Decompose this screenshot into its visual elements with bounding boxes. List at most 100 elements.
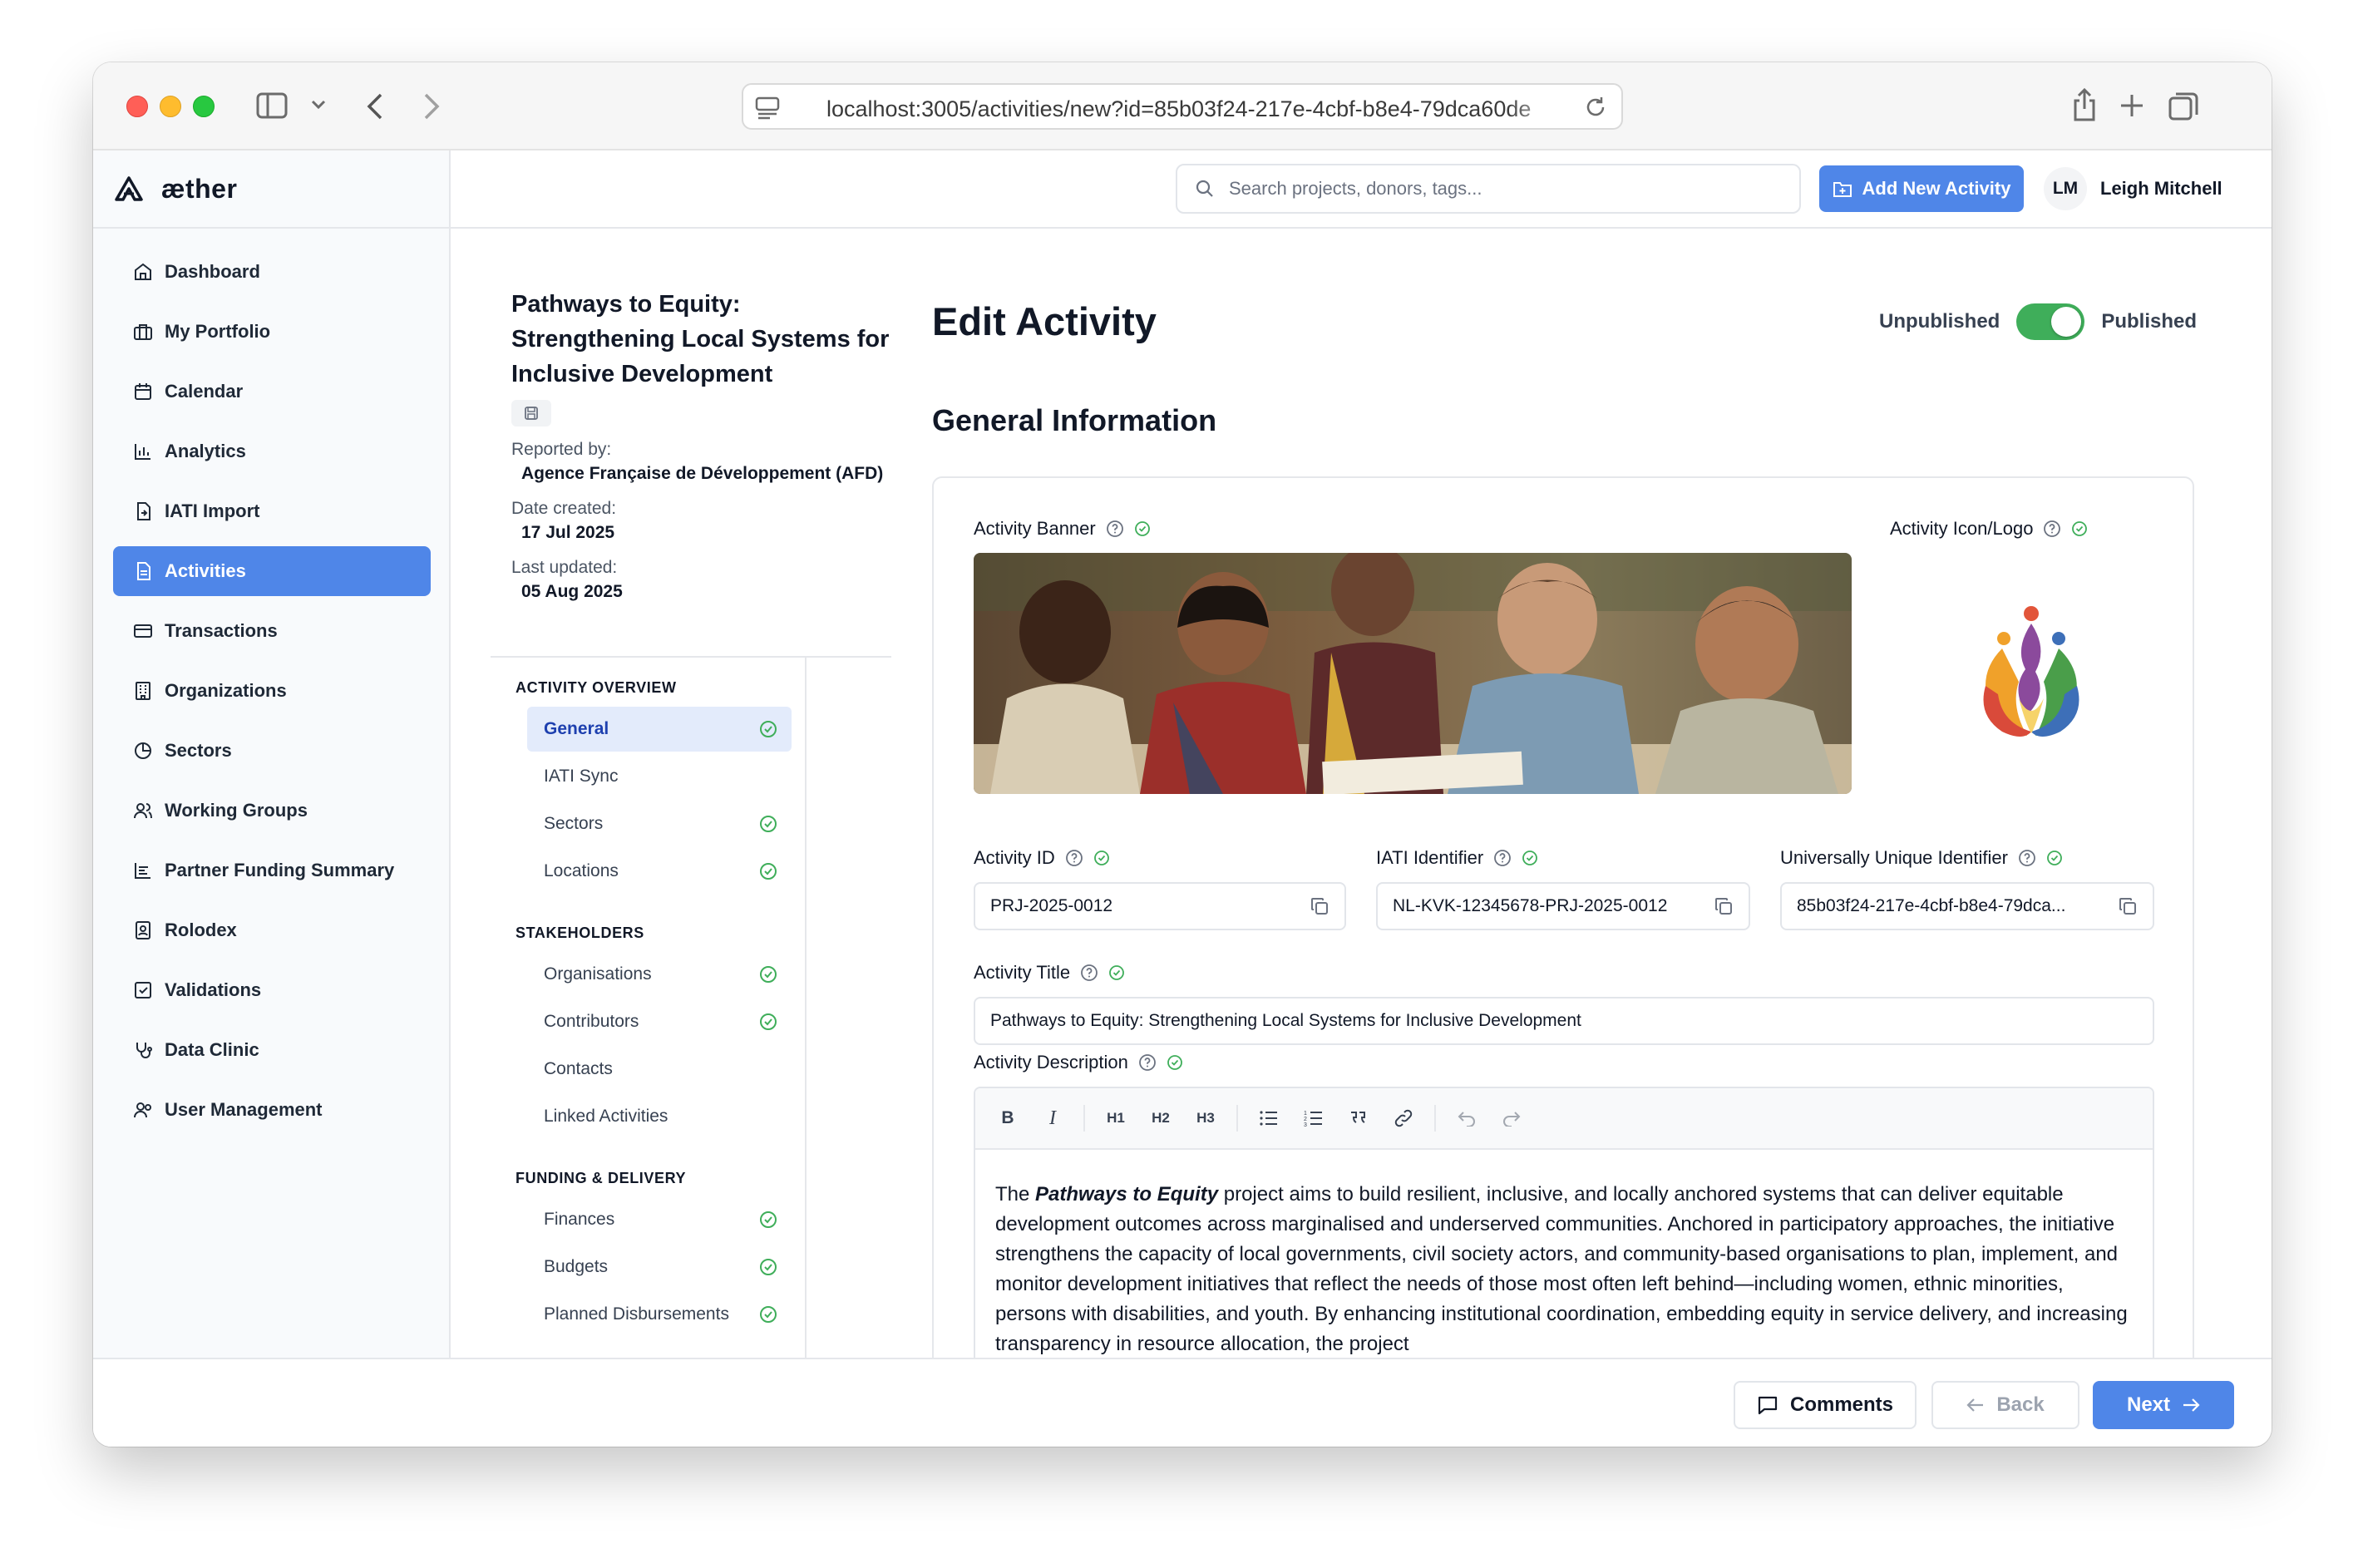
activity-title-label-row: Activity Title [974,962,1125,984]
sidebar-item-data-clinic[interactable]: Data Clinic [113,1025,431,1075]
minimize-window-button[interactable] [160,96,181,117]
description-text[interactable]: The Pathways to Equity project aims to b… [975,1150,2153,1359]
activity-title-input[interactable]: Pathways to Equity: Strengthening Local … [974,997,2154,1045]
activity-banner-image[interactable] [974,553,1852,794]
sidebar-item-iati-import[interactable]: IATI Import [113,486,431,536]
sidebar-item-rolodex[interactable]: Rolodex [113,905,431,955]
search-icon [1196,180,1213,197]
help-icon[interactable] [2043,520,2061,538]
copy-icon[interactable] [1310,896,1329,916]
search-input[interactable] [1229,178,1778,200]
bar-chart-icon [135,444,150,460]
heading-1-button[interactable]: H1 [1095,1097,1137,1139]
sidebar-item-calendar[interactable]: Calendar [113,367,431,417]
subnav-item-iati-sync[interactable]: IATI Sync [527,754,792,799]
subnav-item-label: Linked Activities [544,1107,668,1126]
activity-description-label: Activity Description [974,1052,1128,1072]
sidebar-item-dashboard[interactable]: Dashboard [113,247,431,297]
editor-toolbar: B I H1 H2 H3 123 [975,1088,2153,1150]
numbered-list-icon: 123 [1304,1111,1322,1127]
sidebar-item-label: Activities [165,560,246,581]
comments-button[interactable]: Comments [1734,1381,1917,1429]
brand[interactable]: æther [115,150,237,227]
sidebar-item-transactions[interactable]: Transactions [113,606,431,656]
aether-logo-icon [115,176,143,201]
subnav-item-contacts[interactable]: Contacts [527,1047,792,1092]
forward-arrow-icon[interactable] [422,92,441,121]
sidebar-item-organizations[interactable]: Organizations [113,666,431,716]
tab-overview-icon[interactable] [2168,91,2198,121]
subnav-item-planned-disbursements[interactable]: Planned Disbursements [527,1292,792,1337]
subnav-item-contributors[interactable]: Contributors [527,999,792,1044]
help-icon[interactable] [1493,849,1512,867]
subnav-item-label: Contacts [544,1059,613,1078]
heading-3-button[interactable]: H3 [1185,1097,1226,1139]
subnav-item-label: Organisations [544,964,652,984]
add-new-activity-button[interactable]: Add New Activity [1819,165,2024,212]
uuid-field[interactable]: 85b03f24-217e-4cbf-b8e4-79dca... [1780,882,2154,930]
chevron-down-icon[interactable] [311,99,326,111]
subnav-item-locations[interactable]: Locations [527,849,792,894]
sidebar-item-partner-funding-summary[interactable]: Partner Funding Summary [113,846,431,895]
sidebar-item-my-portfolio[interactable]: My Portfolio [113,307,431,357]
subnav-item-budgets[interactable]: Budgets [527,1245,792,1289]
sidebar-item-activities[interactable]: Activities [113,546,431,596]
redo-button[interactable] [1491,1097,1532,1139]
blockquote-button[interactable] [1338,1097,1379,1139]
sidebar-item-analytics[interactable]: Analytics [113,427,431,476]
iati-identifier-value: NL-KVK-12345678-PRJ-2025-0012 [1393,896,1668,915]
check-circle-icon [760,863,777,880]
close-window-button[interactable] [126,96,148,117]
reload-icon[interactable] [1583,95,1608,120]
sidebar-toggle-icon[interactable] [256,92,288,119]
subnav-item-linked-activities[interactable]: Linked Activities [527,1094,792,1139]
sidebar-item-working-groups[interactable]: Working Groups [113,786,431,836]
help-icon[interactable] [1065,849,1083,867]
share-icon[interactable] [2070,87,2099,122]
subnav-item-organisations[interactable]: Organisations [527,952,792,997]
activity-summary-title: Pathways to Equity: Strengthening Local … [511,291,890,387]
sidebar-item-validations[interactable]: Validations [113,965,431,1015]
activity-id-field[interactable]: PRJ-2025-0012 [974,882,1346,930]
search-box[interactable] [1176,164,1801,214]
svg-text:3: 3 [1304,1122,1307,1127]
users-icon [134,803,152,819]
address-bar[interactable]: localhost:3005/activities/new?id=85b03f2… [742,83,1623,130]
back-arrow-icon[interactable] [366,92,384,121]
help-icon[interactable] [1106,520,1124,538]
user-menu[interactable]: LM Leigh Mitchell [2044,165,2222,212]
link-button[interactable] [1383,1097,1424,1139]
page-settings-icon[interactable] [755,96,780,120]
reported-by-label: Reported by: [511,440,612,459]
bold-button[interactable]: B [987,1097,1029,1139]
back-button[interactable]: Back [1931,1381,2079,1429]
numbered-list-button[interactable]: 123 [1293,1097,1334,1139]
help-icon[interactable] [1080,964,1098,982]
subnav-item-general[interactable]: General [527,707,792,752]
new-tab-icon[interactable] [2119,92,2145,119]
activity-summary: Pathways to Equity: Strengthening Local … [511,287,910,604]
activity-logo-image[interactable] [1890,553,2164,794]
bullet-list-button[interactable] [1248,1097,1290,1139]
sidebar-item-label: Organizations [165,680,287,701]
subnav-item-finances[interactable]: Finances [527,1197,792,1242]
sidebar-item-user-management[interactable]: User Management [113,1085,431,1135]
check-circle-icon [760,1013,777,1030]
avatar: LM [2044,167,2087,210]
next-button[interactable]: Next [2093,1381,2234,1429]
help-icon[interactable] [2018,849,2036,867]
publish-toggle[interactable] [2016,303,2085,340]
copy-icon[interactable] [1714,896,1734,916]
save-icon[interactable] [511,400,551,427]
subnav-item-label: Budgets [544,1257,609,1276]
help-icon[interactable] [1138,1053,1157,1072]
subnav-item-label: Finances [544,1210,615,1229]
iati-identifier-field[interactable]: NL-KVK-12345678-PRJ-2025-0012 [1376,882,1750,930]
italic-button[interactable]: I [1032,1097,1073,1139]
sidebar-item-sectors[interactable]: Sectors [113,726,431,776]
heading-2-button[interactable]: H2 [1140,1097,1182,1139]
copy-icon[interactable] [2118,896,2138,916]
undo-button[interactable] [1446,1097,1487,1139]
maximize-window-button[interactable] [193,96,215,117]
subnav-item-sectors[interactable]: Sectors [527,801,792,846]
